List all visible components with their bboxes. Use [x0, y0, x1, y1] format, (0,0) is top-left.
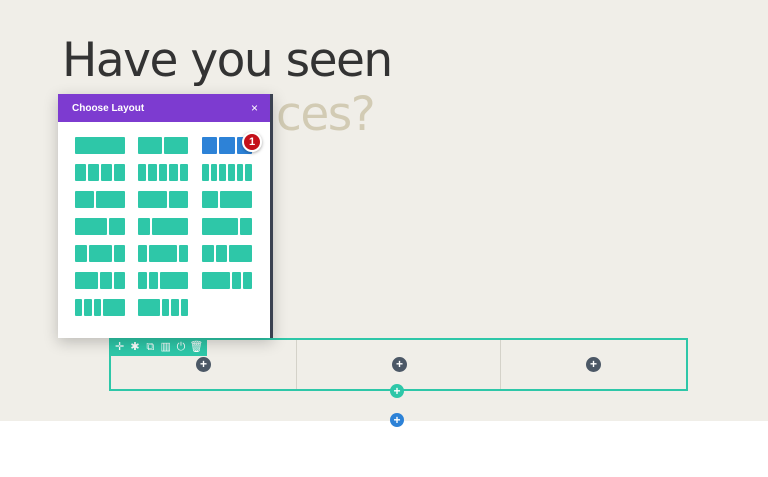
layout-column-block: [109, 218, 125, 235]
layout-column-block: [202, 137, 218, 154]
layout-column-block: [164, 137, 188, 154]
layout-column-block: [210, 164, 218, 181]
add-section-button[interactable]: +: [390, 413, 404, 427]
layout-column-block: [227, 164, 235, 181]
layout-column-block: [180, 299, 188, 316]
modal-title: Choose Layout: [72, 102, 145, 114]
layout-column-block: [149, 245, 177, 262]
layout-column-block: [152, 218, 188, 235]
layout-column-block: [75, 164, 86, 181]
layout-option[interactable]: [202, 245, 252, 262]
layout-column-block: [171, 299, 179, 316]
layout-option[interactable]: [202, 191, 252, 208]
layout-column-block: [178, 245, 188, 262]
duplicate-icon[interactable]: ⧉: [143, 338, 157, 356]
layout-option[interactable]: [75, 164, 125, 181]
layout-option[interactable]: [138, 191, 188, 208]
layout-column-block: [113, 245, 125, 262]
layout-column-block: [84, 299, 92, 316]
power-icon[interactable]: ⏻: [174, 338, 188, 356]
layout-column-block: [149, 272, 159, 289]
layout-column-block: [202, 191, 218, 208]
layout-column-block: [102, 299, 125, 316]
layout-column-block: [179, 164, 188, 181]
layout-column-block: [219, 137, 235, 154]
layout-column-block: [162, 299, 170, 316]
layout-column-block: [202, 218, 238, 235]
layout-column-block: [138, 191, 167, 208]
layout-column-block: [148, 164, 157, 181]
move-icon[interactable]: ✛: [113, 338, 127, 356]
close-icon[interactable]: ×: [251, 102, 258, 114]
column-2[interactable]: +: [297, 340, 501, 389]
layout-column-block: [160, 272, 188, 289]
layout-column-block: [100, 272, 112, 289]
trash-icon[interactable]: 🗑: [189, 338, 203, 356]
layout-option[interactable]: [75, 245, 125, 262]
layout-column-block: [88, 164, 99, 181]
add-module-button[interactable]: +: [196, 357, 211, 372]
layout-column-block: [202, 272, 230, 289]
white-area: [0, 421, 768, 477]
layout-column-block: [101, 164, 112, 181]
layout-option[interactable]: [75, 218, 125, 235]
layout-column-block: [219, 164, 226, 181]
layout-column-block: [138, 137, 162, 154]
layout-option[interactable]: [202, 272, 252, 289]
add-module-button[interactable]: +: [586, 357, 601, 372]
layout-column-block: [202, 245, 214, 262]
gear-icon[interactable]: ✱: [128, 338, 142, 356]
add-row-button[interactable]: +: [390, 384, 404, 398]
layout-column-block: [96, 191, 125, 208]
layout-column-block: [242, 272, 252, 289]
layout-column-block: [138, 245, 148, 262]
layout-option[interactable]: [138, 164, 188, 181]
layout-option[interactable]: [138, 299, 188, 316]
layout-column-block: [138, 299, 160, 316]
layout-column-block: [169, 164, 178, 181]
layout-option[interactable]: [138, 245, 188, 262]
layout-option[interactable]: [202, 218, 252, 235]
layout-column-block: [75, 272, 98, 289]
add-module-button[interactable]: +: [392, 357, 407, 372]
layout-column-block: [138, 218, 150, 235]
layout-column-block: [245, 164, 252, 181]
layout-column-block: [88, 245, 112, 262]
layout-column-block: [158, 164, 168, 181]
layout-option[interactable]: [75, 191, 125, 208]
heading-line-1: Have you seen: [62, 33, 393, 88]
layout-option[interactable]: [138, 272, 188, 289]
column-3[interactable]: +: [501, 340, 686, 389]
layout-column-block: [75, 137, 125, 154]
layout-column-block: [113, 272, 125, 289]
layout-option[interactable]: [75, 137, 125, 154]
columns-icon[interactable]: ▥: [159, 338, 173, 356]
layout-column-block: [231, 272, 241, 289]
choose-layout-modal: Choose Layout ×: [58, 94, 273, 338]
modal-header: Choose Layout ×: [58, 94, 270, 122]
layout-column-block: [75, 191, 95, 208]
layout-column-block: [75, 218, 107, 235]
layout-column-block: [75, 299, 83, 316]
layout-column-block: [202, 164, 209, 181]
layout-column-block: [215, 245, 227, 262]
layout-option[interactable]: [75, 272, 125, 289]
layout-column-block: [236, 164, 244, 181]
layout-column-block: [93, 299, 101, 316]
step-badge: 1: [242, 132, 262, 152]
layout-column-block: [138, 272, 148, 289]
layout-option[interactable]: [75, 299, 125, 316]
layout-column-block: [220, 191, 252, 208]
layout-column-block: [75, 245, 87, 262]
layout-option[interactable]: [138, 137, 188, 154]
row-toolbar: ✛ ✱ ⧉ ▥ ⏻ 🗑: [109, 338, 207, 356]
layout-option[interactable]: [202, 164, 252, 181]
layout-column-block: [138, 164, 147, 181]
layout-column-block: [168, 191, 188, 208]
layout-option[interactable]: [138, 218, 188, 235]
layout-column-block: [229, 245, 252, 262]
layout-column-block: [240, 218, 252, 235]
layout-column-block: [114, 164, 125, 181]
